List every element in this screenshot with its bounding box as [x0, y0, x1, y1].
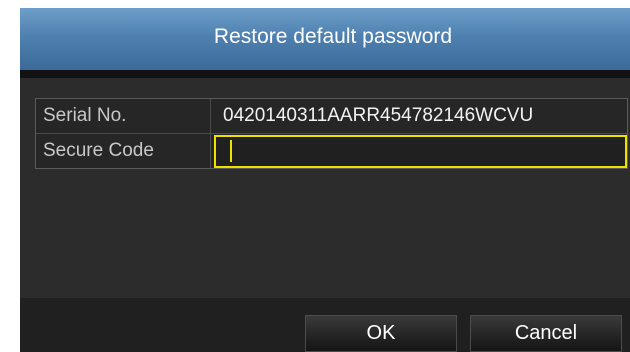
serial-label: Serial No.	[36, 99, 211, 133]
secure-code-row: Secure Code	[36, 133, 627, 168]
secure-code-label: Secure Code	[36, 134, 211, 168]
dialog-title: Restore default password	[213, 25, 453, 48]
dialog-content: Serial No. 0420140311AARR454782146WCVU S…	[20, 78, 630, 298]
restore-password-dialog: Restore default password Serial No. 0420…	[20, 8, 630, 352]
title-divider	[20, 70, 630, 78]
dialog-footer: OK Cancel	[20, 298, 630, 352]
dialog-title-bar: Restore default password	[20, 8, 630, 70]
secure-code-input[interactable]	[214, 135, 627, 168]
text-caret	[230, 140, 232, 162]
cancel-button[interactable]: Cancel	[470, 315, 622, 352]
serial-value: 0420140311AARR454782146WCVU	[223, 105, 534, 126]
password-form: Serial No. 0420140311AARR454782146WCVU S…	[35, 98, 628, 169]
serial-row: Serial No. 0420140311AARR454782146WCVU	[36, 99, 627, 133]
ok-button[interactable]: OK	[305, 315, 457, 352]
